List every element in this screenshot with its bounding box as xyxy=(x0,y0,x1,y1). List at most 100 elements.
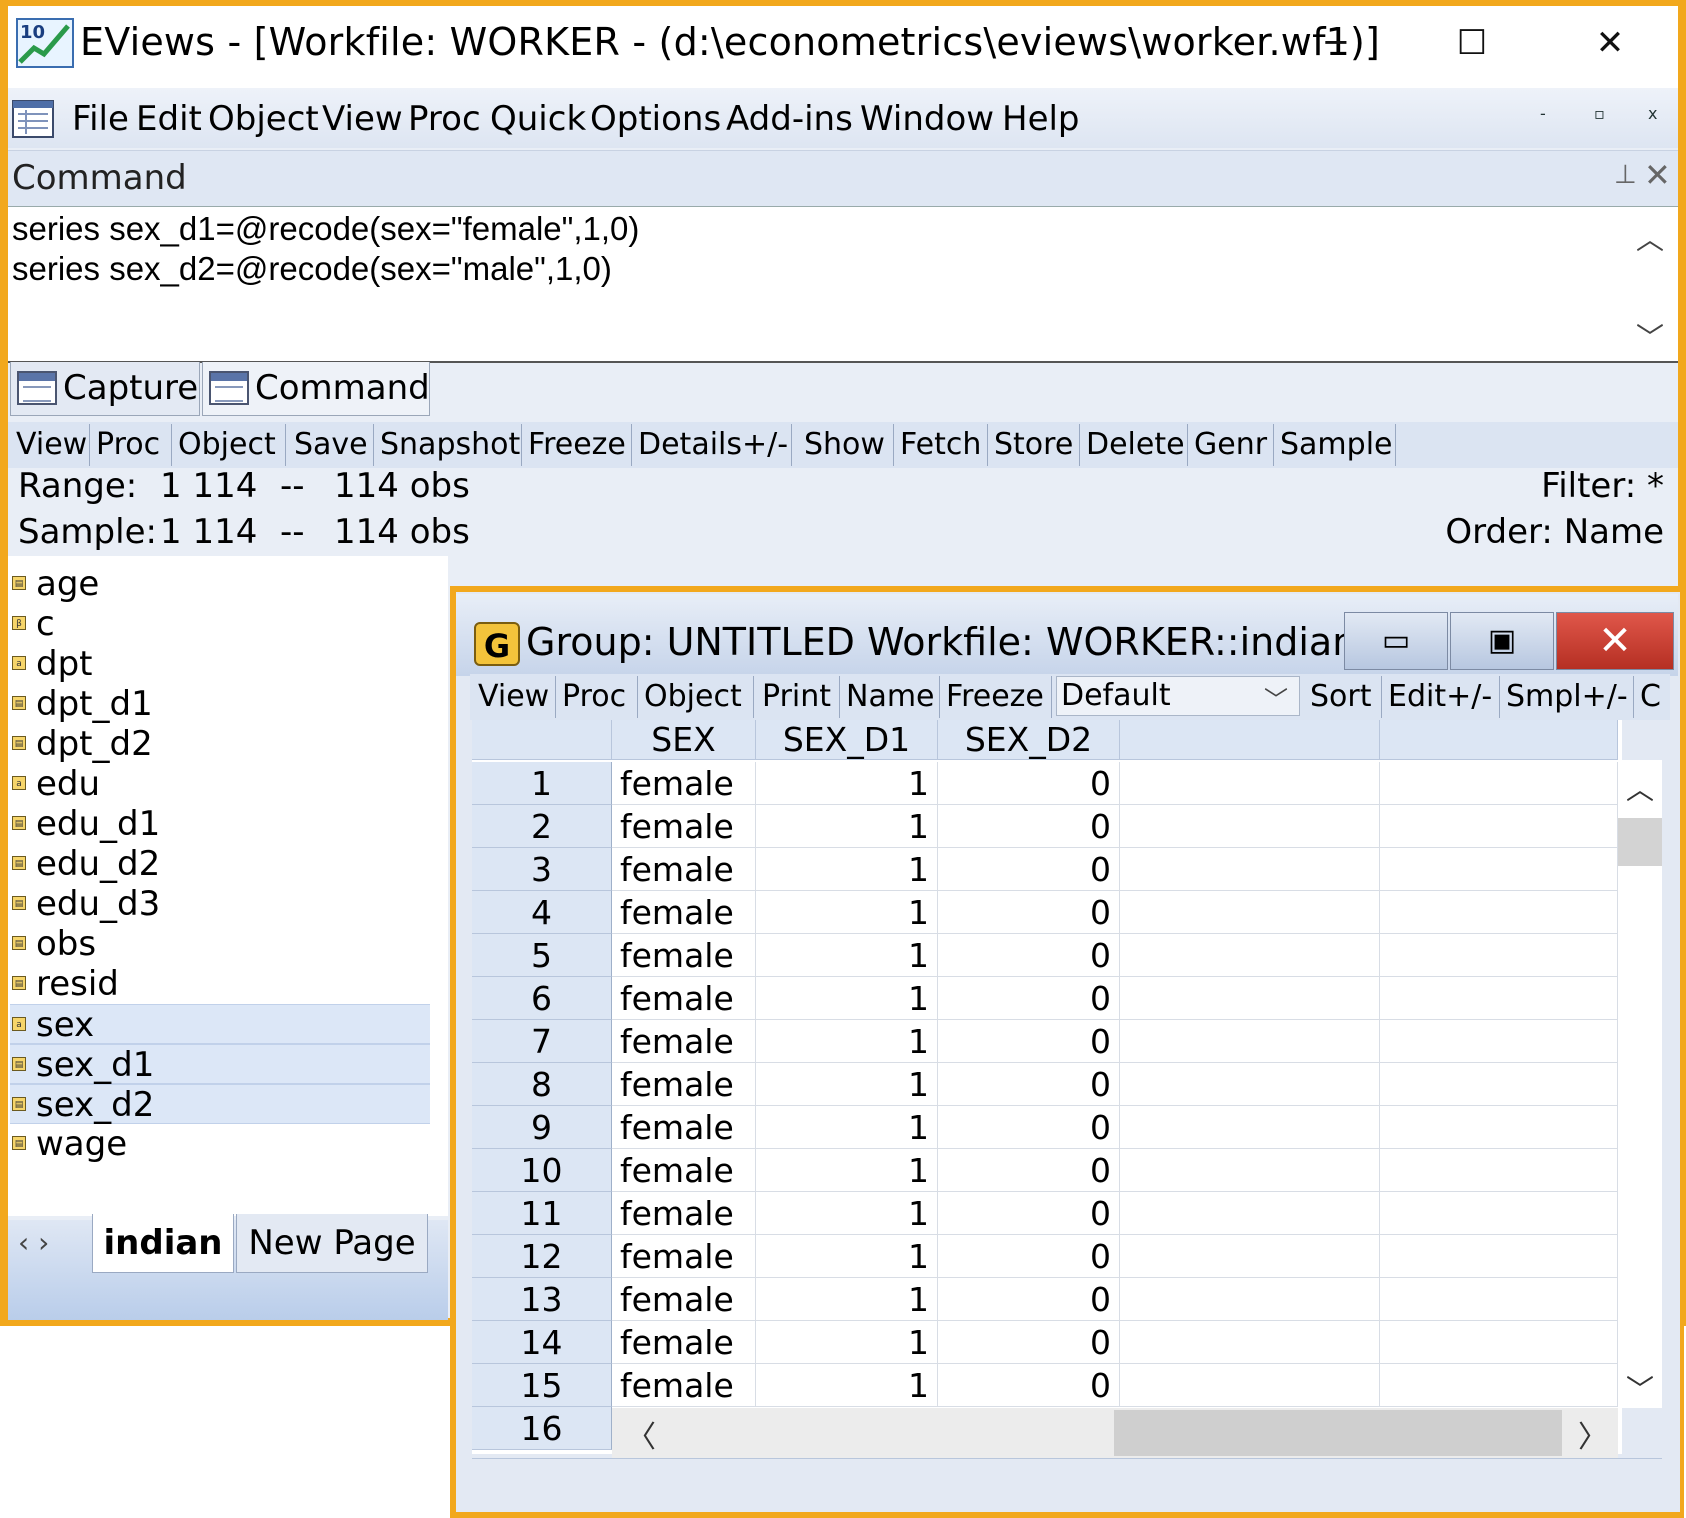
group-view-button[interactable]: View xyxy=(472,676,556,718)
cell-empty[interactable] xyxy=(1120,1063,1380,1106)
menu-object[interactable]: Object xyxy=(208,100,319,138)
row-number[interactable]: 12 xyxy=(472,1235,612,1278)
object-sex[interactable]: a sex xyxy=(10,1004,430,1045)
page-tab-indian[interactable]: indian xyxy=(92,1214,234,1273)
cell-sex-d1[interactable]: 1 xyxy=(756,934,938,977)
scroll-down-icon[interactable]: ﹀ xyxy=(1626,1368,1654,1408)
cell-empty[interactable] xyxy=(1120,891,1380,934)
menu-file[interactable]: File xyxy=(72,100,129,138)
cell-empty[interactable] xyxy=(1380,1321,1618,1364)
cell-sex[interactable]: female xyxy=(612,1020,756,1063)
cell-empty[interactable] xyxy=(1120,1020,1380,1063)
wf-delete-button[interactable]: Delete xyxy=(1080,424,1188,466)
cell-sex-d1[interactable]: 1 xyxy=(756,1149,938,1192)
cell-sex-d1[interactable]: 1 xyxy=(756,977,938,1020)
row-number[interactable]: 5 xyxy=(472,934,612,977)
menu-add-ins[interactable]: Add-ins xyxy=(726,100,853,138)
cell-sex-d1[interactable]: 1 xyxy=(756,1192,938,1235)
cell-sex[interactable]: female xyxy=(612,762,756,805)
cell-sex-d2[interactable]: 0 xyxy=(938,762,1120,805)
cell-empty[interactable] xyxy=(1120,1192,1380,1235)
object-resid[interactable]: ▤ resid xyxy=(10,964,430,1004)
row-number[interactable]: 14 xyxy=(472,1321,612,1364)
wf-sample-button[interactable]: Sample xyxy=(1274,424,1396,466)
cell-sex-d2[interactable]: 0 xyxy=(938,934,1120,977)
wf-snapshot-button[interactable]: Snapshot xyxy=(374,424,522,466)
object-edu-d2[interactable]: ▤ edu_d2 xyxy=(10,844,430,884)
row-number[interactable]: 10 xyxy=(472,1149,612,1192)
object-sex-d2[interactable]: ▤ sex_d2 xyxy=(10,1084,430,1125)
cell-sex-d2[interactable]: 0 xyxy=(938,977,1120,1020)
object-wage[interactable]: ▤ wage xyxy=(10,1124,430,1164)
cell-sex-d1[interactable]: 1 xyxy=(756,1278,938,1321)
scroll-left-icon[interactable]: 〈 xyxy=(626,1412,656,1456)
wf-show-button[interactable]: Show xyxy=(798,424,894,466)
group-minimize-button[interactable]: ▭ xyxy=(1344,612,1448,670)
cell-sex-d2[interactable]: 0 xyxy=(938,1364,1120,1407)
group-proc-button[interactable]: Proc xyxy=(556,676,638,718)
group-more-button[interactable]: C xyxy=(1634,676,1670,718)
cell-sex-d1[interactable]: 1 xyxy=(756,1364,938,1407)
cell-empty[interactable] xyxy=(1120,1364,1380,1407)
menu-edit[interactable]: Edit xyxy=(136,100,202,138)
cell-sex-d2[interactable]: 0 xyxy=(938,1192,1120,1235)
group-restore-button[interactable]: ▣ xyxy=(1450,612,1554,670)
cell-sex-d2[interactable]: 0 xyxy=(938,1278,1120,1321)
cell-empty[interactable] xyxy=(1380,1020,1618,1063)
range-label[interactable]: Range: xyxy=(18,466,137,506)
cell-sex-d1[interactable]: 1 xyxy=(756,1321,938,1364)
row-number[interactable]: 11 xyxy=(472,1192,612,1235)
column-header-empty[interactable] xyxy=(1380,720,1618,760)
cell-sex-d1[interactable]: 1 xyxy=(756,1020,938,1063)
row-number[interactable]: 15 xyxy=(472,1364,612,1407)
column-header-sex-d1[interactable]: SEX_D1 xyxy=(756,720,938,760)
object-edu-d1[interactable]: ▤ edu_d1 xyxy=(10,804,430,844)
cell-sex[interactable]: female xyxy=(612,1149,756,1192)
group-name-button[interactable]: Name xyxy=(840,676,940,718)
row-number[interactable]: 4 xyxy=(472,891,612,934)
cell-sex-d1[interactable]: 1 xyxy=(756,1063,938,1106)
cell-empty[interactable] xyxy=(1120,1321,1380,1364)
cell-sex[interactable]: female xyxy=(612,1192,756,1235)
cell-sex[interactable]: female xyxy=(612,1106,756,1149)
group-smpl-button[interactable]: Smpl+/- xyxy=(1500,676,1634,718)
row-number[interactable]: 9 xyxy=(472,1106,612,1149)
sample-label[interactable]: Sample: xyxy=(18,512,157,552)
cell-sex-d2[interactable]: 0 xyxy=(938,1235,1120,1278)
cell-sex[interactable]: female xyxy=(612,1364,756,1407)
cell-sex-d2[interactable]: 0 xyxy=(938,848,1120,891)
cell-empty[interactable] xyxy=(1120,762,1380,805)
group-object-button[interactable]: Object xyxy=(638,676,754,718)
cell-sex-d1[interactable]: 1 xyxy=(756,805,938,848)
cell-sex[interactable]: female xyxy=(612,891,756,934)
menu-proc[interactable]: Proc xyxy=(408,100,481,138)
cell-empty[interactable] xyxy=(1380,1149,1618,1192)
pane-close-icon[interactable]: ✕ xyxy=(1644,156,1671,194)
mdi-minimize-button[interactable]: - xyxy=(1540,104,1546,123)
cell-empty[interactable] xyxy=(1380,934,1618,977)
cell-empty[interactable] xyxy=(1380,1278,1618,1321)
cell-empty[interactable] xyxy=(1120,1149,1380,1192)
group-print-button[interactable]: Print xyxy=(756,676,840,718)
range-value[interactable]: 1 114 xyxy=(160,466,257,506)
column-header-empty[interactable] xyxy=(1120,720,1380,760)
group-edit-button[interactable]: Edit+/- xyxy=(1382,676,1500,718)
wf-object-button[interactable]: Object xyxy=(172,424,286,466)
cell-empty[interactable] xyxy=(1380,1106,1618,1149)
vertical-scroll-thumb[interactable] xyxy=(1618,818,1662,866)
cell-sex[interactable]: female xyxy=(612,805,756,848)
wf-view-button[interactable]: View xyxy=(10,424,90,466)
filter-label[interactable]: Filter: * xyxy=(1541,466,1664,506)
cell-sex[interactable]: female xyxy=(612,977,756,1020)
scroll-up-icon[interactable]: ︿ xyxy=(1626,768,1654,808)
cell-empty[interactable] xyxy=(1120,1278,1380,1321)
group-sort-button[interactable]: Sort xyxy=(1304,676,1382,718)
cell-sex-d1[interactable]: 1 xyxy=(756,848,938,891)
sample-value[interactable]: 1 114 xyxy=(160,512,257,552)
cell-sex[interactable]: female xyxy=(612,934,756,977)
cell-empty[interactable] xyxy=(1380,977,1618,1020)
cell-empty[interactable] xyxy=(1120,848,1380,891)
scroll-right-icon[interactable]: 〉 xyxy=(1578,1412,1608,1456)
cell-sex[interactable]: female xyxy=(612,1321,756,1364)
cell-sex[interactable]: female xyxy=(612,1063,756,1106)
